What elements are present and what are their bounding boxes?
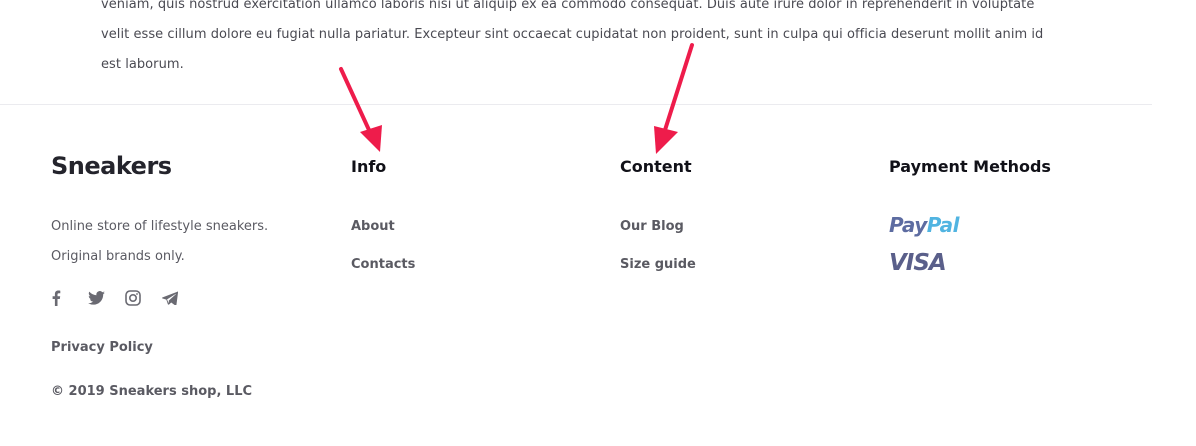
our-blog-link[interactable]: Our Blog bbox=[620, 208, 696, 246]
footer-content-column: Content Our Blog Size guide bbox=[620, 150, 696, 284]
brand-description-line: Online store of lifestyle sneakers. bbox=[51, 219, 269, 234]
paypal-logo: Pay Pal bbox=[889, 206, 1051, 244]
size-guide-link[interactable]: Size guide bbox=[620, 246, 696, 284]
payment-methods-heading: Payment Methods bbox=[889, 157, 1051, 176]
paypal-logo-part: Pay bbox=[889, 213, 927, 237]
article-line: velit esse cillum dolore eu fugiat nulla… bbox=[101, 27, 1044, 42]
info-heading: Info bbox=[351, 157, 387, 176]
paypal-logo-part: Pal bbox=[926, 213, 960, 237]
content-links: Our Blog Size guide bbox=[620, 208, 696, 284]
brand-logo-text[interactable]: Sneakers bbox=[51, 150, 268, 182]
footer-divider bbox=[0, 104, 1152, 105]
footer-payment-column: Payment Methods Pay Pal VISA bbox=[889, 150, 1051, 282]
payment-logos: Pay Pal VISA bbox=[889, 206, 1051, 282]
brand-description: Online store of lifestyle sneakers. Orig… bbox=[51, 212, 268, 272]
social-links bbox=[51, 288, 268, 308]
about-link[interactable]: About bbox=[351, 208, 415, 246]
instagram-icon[interactable] bbox=[125, 288, 162, 308]
facebook-icon[interactable] bbox=[51, 288, 88, 308]
article-text: veniam, quis nostrud exercitation ullamc… bbox=[101, 0, 1044, 80]
footer-brand-column: Sneakers Online store of lifestyle sneak… bbox=[51, 150, 268, 402]
visa-logo: VISA bbox=[889, 250, 947, 276]
footer-info-column: Info About Contacts bbox=[351, 150, 415, 284]
privacy-policy-link[interactable]: Privacy Policy bbox=[51, 338, 268, 358]
info-links: About Contacts bbox=[351, 208, 415, 284]
content-heading: Content bbox=[620, 157, 692, 176]
brand-description-line: Original brands only. bbox=[51, 249, 185, 264]
article-line: est laborum. bbox=[101, 57, 184, 72]
telegram-icon[interactable] bbox=[162, 288, 199, 308]
annotation-arrow-info bbox=[339, 67, 382, 152]
page: veniam, quis nostrud exercitation ullamc… bbox=[0, 0, 1196, 446]
copyright-text: © 2019 Sneakers shop, LLC bbox=[51, 384, 253, 399]
twitter-icon[interactable] bbox=[88, 288, 125, 308]
contacts-link[interactable]: Contacts bbox=[351, 246, 415, 284]
article-line: veniam, quis nostrud exercitation ullamc… bbox=[101, 0, 1035, 12]
